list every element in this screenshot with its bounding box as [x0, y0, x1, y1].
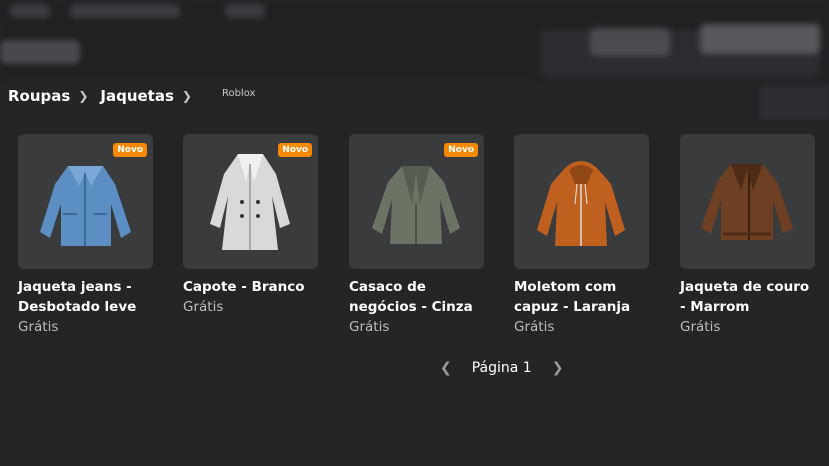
denim-jacket-image: [40, 166, 131, 246]
breadcrumb-roupas[interactable]: Roupas: [8, 87, 70, 105]
item-thumbnail[interactable]: [680, 134, 815, 269]
item-thumbnail[interactable]: [514, 134, 649, 269]
item-price: Grátis: [680, 319, 721, 335]
item-price: Grátis: [349, 319, 390, 335]
grey-business-coat-image: [372, 166, 460, 244]
item-title[interactable]: Jaqueta de couro - Marrom: [680, 277, 815, 317]
chevron-right-icon: ❯: [78, 89, 89, 103]
item-title[interactable]: Jaqueta jeans - Desbotado leve: [18, 277, 153, 317]
orange-hoodie-image: [537, 161, 625, 246]
item-card[interactable]: Novo Capote - Branco Grátis: [183, 134, 318, 315]
creator-label: Roblox: [221, 87, 256, 99]
white-coat-image: [210, 154, 290, 250]
page-label: Página 1: [471, 360, 532, 376]
item-thumbnail[interactable]: Novo: [18, 134, 153, 269]
item-price: Grátis: [514, 319, 555, 335]
item-title[interactable]: Capote - Branco: [183, 277, 318, 297]
item-price: Grátis: [18, 319, 59, 335]
brown-leather-jacket-image: [701, 164, 793, 240]
breadcrumb-jaquetas[interactable]: Jaquetas: [100, 87, 174, 105]
item-card[interactable]: Novo Casaco de negócios - Cinza Grátis: [349, 134, 484, 335]
breadcrumb: Roupas ❯ Jaquetas ❯ Roblox: [8, 86, 255, 106]
item-thumbnail[interactable]: Novo: [349, 134, 484, 269]
item-price: Grátis: [183, 299, 224, 315]
chevron-left-icon[interactable]: ❮: [440, 360, 452, 376]
item-title[interactable]: Moletom com capuz - Laranja: [514, 277, 649, 317]
pagination: ❮ Página 1 ❯: [440, 358, 563, 378]
item-card[interactable]: Jaqueta de couro - Marrom Grátis: [680, 134, 815, 335]
item-title[interactable]: Casaco de negócios - Cinza: [349, 277, 484, 317]
blurred-header: [0, 0, 829, 80]
chevron-right-icon[interactable]: ❯: [552, 360, 564, 376]
item-card[interactable]: Moletom com capuz - Laranja Grátis: [514, 134, 649, 335]
chevron-right-icon: ❯: [181, 89, 192, 103]
blurred-control: [760, 86, 829, 120]
item-card[interactable]: Novo Jaqueta jeans - Desbotado leve Grát…: [18, 134, 153, 335]
item-thumbnail[interactable]: Novo: [183, 134, 318, 269]
